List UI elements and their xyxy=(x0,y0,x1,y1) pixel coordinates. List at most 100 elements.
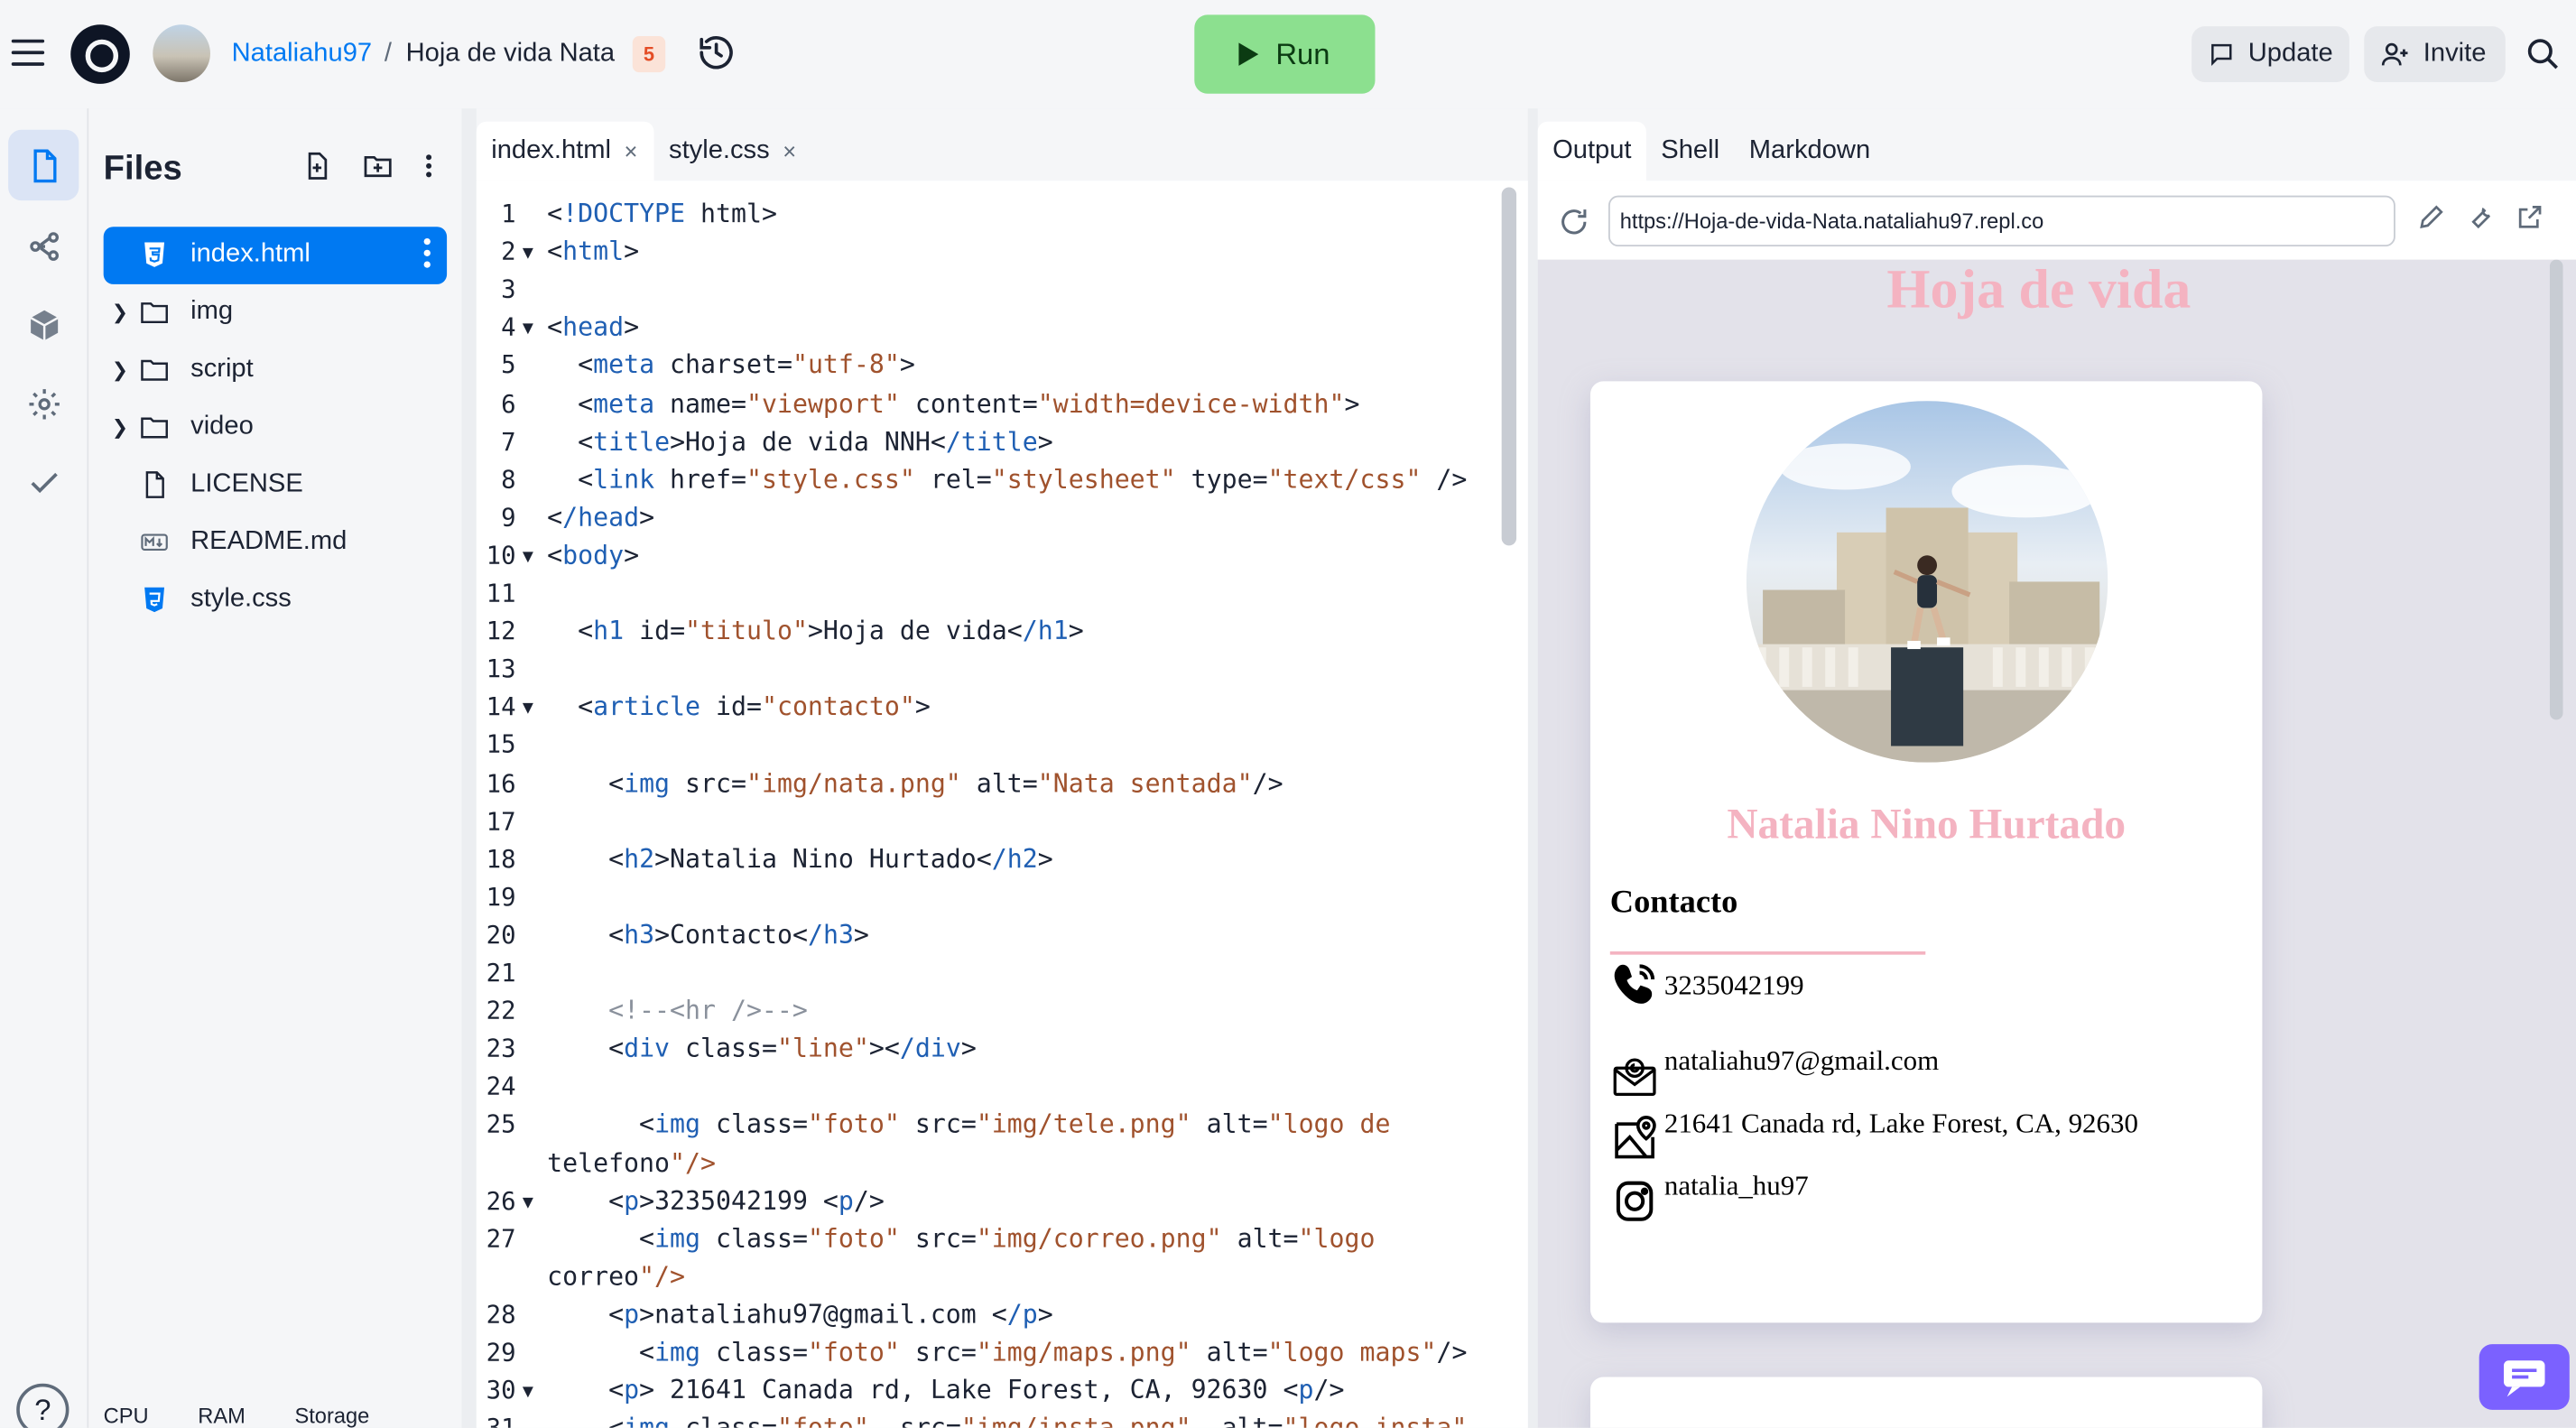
new-folder-icon[interactable] xyxy=(361,151,394,181)
replit-logo-icon[interactable] xyxy=(70,24,130,84)
fold-arrow-icon[interactable]: ▼ xyxy=(523,1182,533,1220)
reload-icon[interactable] xyxy=(1558,206,1590,238)
tab-output[interactable]: Output xyxy=(1537,121,1646,181)
code-line[interactable]: 17 xyxy=(477,802,1496,840)
file-menu-icon[interactable] xyxy=(423,237,431,273)
code-line[interactable]: 14 ▼ <article id="contacto"> xyxy=(477,689,1496,727)
open-new-tab-icon[interactable] xyxy=(2516,202,2545,232)
new-file-icon[interactable] xyxy=(302,151,332,181)
help-icon[interactable]: ? xyxy=(16,1383,69,1428)
code-line[interactable]: 20 <h3>Contacto</h3> xyxy=(477,917,1496,955)
fold-arrow-icon[interactable]: ▼ xyxy=(523,310,533,348)
code-line[interactable]: 3 xyxy=(477,272,1496,310)
run-button[interactable]: Run xyxy=(1194,14,1376,94)
code-line[interactable]: telefono"/> xyxy=(477,1145,1496,1182)
code-line[interactable]: 15 xyxy=(477,727,1496,765)
divider-line xyxy=(1609,951,1926,955)
file-item-index-html[interactable]: index.html xyxy=(103,227,448,284)
more-icon[interactable] xyxy=(424,151,434,181)
code-line[interactable]: 1 <!DOCTYPE html> xyxy=(477,196,1496,234)
chevron-right-icon[interactable]: ❯ xyxy=(112,416,128,439)
file-item-script[interactable]: ❯ script xyxy=(104,342,447,400)
code-line[interactable]: 9 </head> xyxy=(477,499,1496,537)
code-line[interactable]: 28 <p>nataliahu97@gmail.com </p> xyxy=(477,1296,1496,1334)
file-icon xyxy=(145,471,164,498)
code-line[interactable]: 13 xyxy=(477,651,1496,689)
code-line[interactable]: 24 xyxy=(477,1069,1496,1107)
file-item-img[interactable]: ❯ img xyxy=(104,284,447,342)
code-line[interactable]: 8 <link href="style.css" rel="stylesheet… xyxy=(477,461,1496,499)
preview-scrollbar[interactable] xyxy=(2549,259,2563,720)
code-line[interactable]: 26 ▼ <p>3235042199 <p/> xyxy=(477,1182,1496,1220)
code-line[interactable]: correo"/> xyxy=(477,1258,1496,1296)
fold-arrow-icon[interactable]: ▼ xyxy=(523,537,533,575)
editor-scrollbar[interactable] xyxy=(1501,187,1517,546)
close-icon[interactable]: × xyxy=(783,138,796,164)
file-item-video[interactable]: ❯ video xyxy=(104,399,447,457)
edit-icon[interactable] xyxy=(2417,202,2447,232)
map-icon xyxy=(1615,1116,1656,1159)
html5-icon: 5 xyxy=(632,36,666,73)
search-icon[interactable] xyxy=(2525,36,2562,72)
line-number: 2 xyxy=(501,236,516,267)
update-button[interactable]: Update xyxy=(2191,26,2349,83)
code-line[interactable]: 7 <title>Hoja de vida NNH</title> xyxy=(477,423,1496,461)
play-icon xyxy=(1239,42,1260,66)
line-number: 29 xyxy=(486,1337,516,1368)
code-line[interactable]: 22 <!--<hr />--> xyxy=(477,993,1496,1031)
css-file-icon xyxy=(144,587,165,613)
breadcrumb-username[interactable]: Nataliahu97 xyxy=(232,40,372,70)
tab-shell[interactable]: Shell xyxy=(1646,122,1735,181)
fold-arrow-icon[interactable]: ▼ xyxy=(523,689,533,727)
code-line[interactable]: 23 <div class="line"></div> xyxy=(477,1031,1496,1069)
chevron-right-icon[interactable]: ❯ xyxy=(112,301,128,323)
url-input[interactable] xyxy=(1608,195,2395,247)
contact-phone: 3235042199 xyxy=(1663,969,1804,1001)
tab-markdown[interactable]: Markdown xyxy=(1734,122,1885,181)
code-line[interactable]: 5 <meta charset="utf-8"> xyxy=(477,348,1496,385)
invite-label: Invite xyxy=(2423,39,2487,68)
code-area[interactable]: 1 <!DOCTYPE html> 2 ▼ <html> 3 4 ▼ <head> 5 <meta… xyxy=(476,181,1528,1428)
resource-usage[interactable]: CPU RAM Storage xyxy=(104,1404,370,1428)
devtools-icon[interactable] xyxy=(2466,202,2496,232)
code-line[interactable]: 29 <img class="foto" src="img/maps.png" … xyxy=(477,1334,1496,1372)
code-line[interactable]: 18 <h2>Natalia Nino Hurtado</h2> xyxy=(477,840,1496,878)
close-icon[interactable]: × xyxy=(625,138,638,164)
tab-style-css[interactable]: style.css × xyxy=(654,122,813,181)
code-line[interactable]: 2 ▼ <html> xyxy=(477,234,1496,272)
chevron-right-icon[interactable]: ❯ xyxy=(112,358,128,381)
menu-icon[interactable] xyxy=(11,39,45,66)
git-tool-icon[interactable] xyxy=(8,210,79,281)
line-number: 28 xyxy=(486,1299,516,1330)
code-line[interactable]: 30 ▼ <p> 21641 Canada rd, Lake Forest, CA… xyxy=(477,1372,1496,1410)
code-line[interactable]: 4 ▼ <head> xyxy=(477,310,1496,348)
code-line[interactable]: 12 <h1 id="titulo">Hoja de vida</h1> xyxy=(477,613,1496,651)
code-text: <h1 id="titulo">Hoja de vida</h1> xyxy=(578,616,1084,646)
file-item-style-css[interactable]: style.css xyxy=(104,571,447,629)
file-item-license[interactable]: LICENSE xyxy=(104,457,447,515)
fold-arrow-icon[interactable]: ▼ xyxy=(523,234,533,272)
code-line[interactable]: 16 <img src="img/nata.png" alt="Nata sen… xyxy=(477,765,1496,802)
tab-label: style.css xyxy=(669,136,770,165)
folder-icon xyxy=(141,359,168,381)
tab-index-html[interactable]: index.html × xyxy=(476,121,654,181)
code-line[interactable]: 10 ▼ <body> xyxy=(477,537,1496,575)
invite-button[interactable]: Invite xyxy=(2364,26,2506,83)
code-line[interactable]: 6 <meta name="viewport" content="width=d… xyxy=(477,385,1496,423)
code-line[interactable]: 31 <img class="foto" src="img/insta.png"… xyxy=(477,1410,1496,1428)
code-line[interactable]: 21 xyxy=(477,955,1496,993)
fold-arrow-icon[interactable]: ▼ xyxy=(523,1372,533,1410)
files-tool-icon[interactable] xyxy=(8,129,79,201)
code-line[interactable]: 19 xyxy=(477,879,1496,917)
file-item-readme[interactable]: README.md xyxy=(104,515,447,572)
history-icon[interactable] xyxy=(697,32,737,72)
packages-tool-icon[interactable] xyxy=(8,289,79,359)
code-line[interactable]: 25 <img class="foto" src="img/tele.png" … xyxy=(477,1107,1496,1145)
chat-icon[interactable] xyxy=(2479,1344,2570,1410)
code-line[interactable]: 27 <img class="foto" src="img/correo.png… xyxy=(477,1220,1496,1258)
code-line[interactable]: 11 xyxy=(477,575,1496,613)
check-tool-icon[interactable] xyxy=(8,447,79,517)
breadcrumb-repl-name[interactable]: Hoja de vida Nata xyxy=(406,40,616,70)
settings-tool-icon[interactable] xyxy=(8,368,79,439)
repl-avatar[interactable] xyxy=(153,24,210,83)
